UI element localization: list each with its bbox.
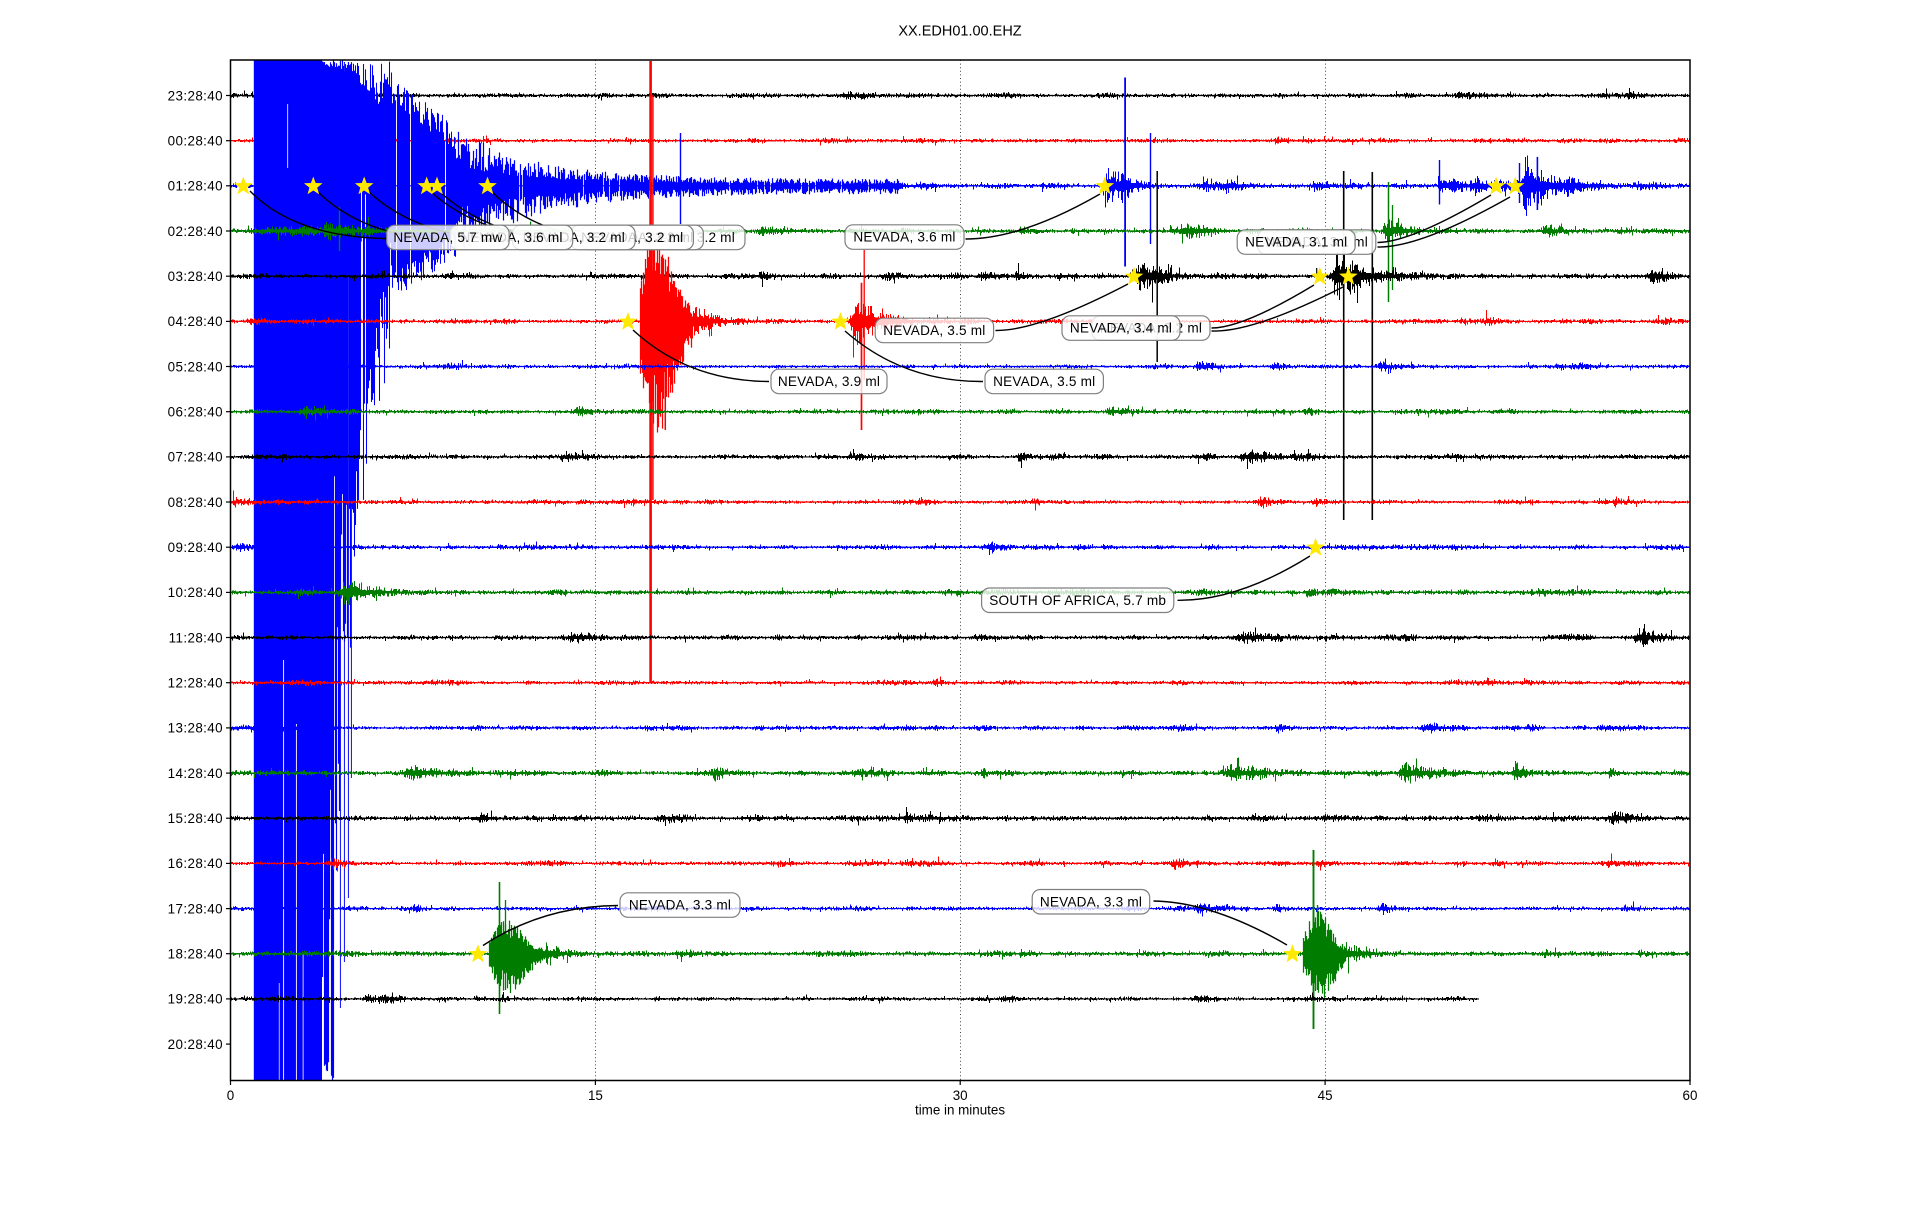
svg-text:NEVADA, 3.4 ml: NEVADA, 3.4 ml xyxy=(1070,321,1172,336)
svg-text:45: 45 xyxy=(1318,1088,1333,1103)
svg-text:NEVADA, 3.6 ml: NEVADA, 3.6 ml xyxy=(853,230,955,245)
svg-text:20:28:40: 20:28:40 xyxy=(168,1037,223,1052)
svg-text:17:28:40: 17:28:40 xyxy=(168,901,223,916)
svg-text:NEVADA, 3.1 ml: NEVADA, 3.1 ml xyxy=(1245,235,1347,250)
svg-text:06:28:40: 06:28:40 xyxy=(168,405,223,420)
svg-text:09:28:40: 09:28:40 xyxy=(168,540,223,555)
svg-text:time in minutes: time in minutes xyxy=(915,1103,1005,1118)
svg-text:01:28:40: 01:28:40 xyxy=(168,179,223,194)
svg-text:04:28:40: 04:28:40 xyxy=(168,314,223,329)
svg-text:16:28:40: 16:28:40 xyxy=(168,856,223,871)
svg-text:NEVADA, 3.5 ml: NEVADA, 3.5 ml xyxy=(993,374,1095,389)
svg-text:13:28:40: 13:28:40 xyxy=(168,721,223,736)
svg-text:NEVADA, 5.7 mw: NEVADA, 5.7 mw xyxy=(393,230,502,245)
svg-text:03:28:40: 03:28:40 xyxy=(168,269,223,284)
svg-text:0: 0 xyxy=(227,1088,234,1103)
svg-text:60: 60 xyxy=(1683,1088,1698,1103)
svg-text:15:28:40: 15:28:40 xyxy=(168,811,223,826)
svg-text:05:28:40: 05:28:40 xyxy=(168,359,223,374)
svg-text:12:28:40: 12:28:40 xyxy=(168,676,223,691)
svg-text:18:28:40: 18:28:40 xyxy=(168,947,223,962)
svg-text:XX.EDH01.00.EHZ: XX.EDH01.00.EHZ xyxy=(898,24,1021,40)
svg-text:19:28:40: 19:28:40 xyxy=(168,992,223,1007)
svg-text:11:28:40: 11:28:40 xyxy=(169,630,223,645)
svg-text:07:28:40: 07:28:40 xyxy=(168,450,223,465)
svg-text:NEVADA, 3.3 ml: NEVADA, 3.3 ml xyxy=(629,898,731,913)
svg-text:30: 30 xyxy=(953,1088,968,1103)
svg-text:00:28:40: 00:28:40 xyxy=(168,134,223,149)
svg-text:10:28:40: 10:28:40 xyxy=(168,585,223,600)
svg-text:SOUTH OF AFRICA, 5.7 mb: SOUTH OF AFRICA, 5.7 mb xyxy=(989,593,1166,608)
svg-text:NEVADA, 3.3 ml: NEVADA, 3.3 ml xyxy=(1040,895,1142,910)
svg-text:08:28:40: 08:28:40 xyxy=(168,495,223,510)
svg-text:14:28:40: 14:28:40 xyxy=(168,766,223,781)
svg-text:NEVADA, 3.5 ml: NEVADA, 3.5 ml xyxy=(883,323,985,338)
svg-text:NEVADA, 3.9 ml: NEVADA, 3.9 ml xyxy=(778,374,880,389)
svg-text:02:28:40: 02:28:40 xyxy=(168,224,223,239)
svg-text:15: 15 xyxy=(588,1088,603,1103)
svg-text:23:28:40: 23:28:40 xyxy=(168,88,223,103)
